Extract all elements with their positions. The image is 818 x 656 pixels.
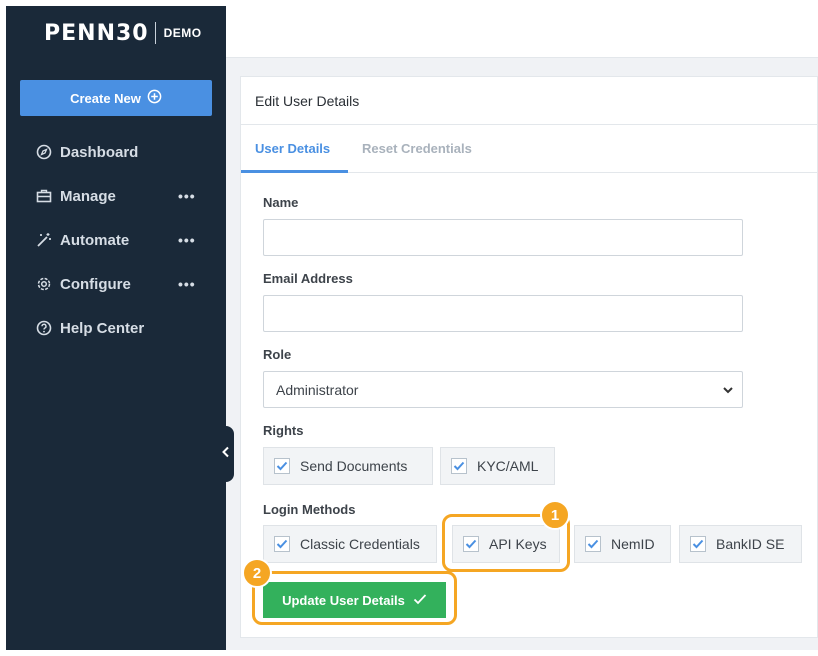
role-label: Role (263, 347, 292, 362)
checkbox-label: KYC/AML (477, 458, 539, 474)
name-label: Name (263, 195, 299, 210)
email-input[interactable] (263, 295, 743, 332)
tab-reset-credentials[interactable]: Reset Credentials (362, 141, 472, 156)
right-kyc-aml[interactable]: KYC/AML (440, 447, 555, 485)
right-send-documents[interactable]: Send Documents (263, 447, 433, 485)
role-selected-value: Administrator (276, 381, 359, 398)
briefcase-icon (36, 188, 52, 204)
sidebar: PENN30 DEMO Create New Dashboard Manage … (6, 6, 226, 650)
gear-icon (36, 276, 52, 292)
plus-circle-icon (147, 89, 162, 107)
checkbox-label: Send Documents (300, 458, 408, 474)
top-bar (226, 6, 818, 58)
active-tab-indicator (241, 170, 348, 173)
collapse-sidebar-button[interactable] (218, 426, 234, 482)
checkbox-label: Classic Credentials (300, 536, 420, 552)
rights-label: Rights (263, 423, 304, 438)
role-select[interactable]: Administrator (263, 371, 743, 408)
email-label: Email Address (263, 271, 353, 286)
create-new-label: Create New (70, 90, 141, 106)
logo[interactable]: PENN30 DEMO (44, 20, 202, 46)
sidebar-item-automate[interactable]: Automate ••• (36, 228, 206, 252)
more-dots-icon[interactable]: ••• (178, 232, 196, 248)
tab-bar: User Details Reset Credentials (241, 125, 817, 173)
login-classic-credentials[interactable]: Classic Credentials (263, 525, 437, 563)
compass-icon (36, 144, 52, 160)
sidebar-item-configure[interactable]: Configure ••• (36, 272, 206, 296)
sidebar-item-dashboard[interactable]: Dashboard (36, 140, 206, 164)
name-input[interactable] (263, 219, 743, 256)
checkbox-checked-icon[interactable] (274, 536, 290, 552)
more-dots-icon[interactable]: ••• (178, 188, 196, 204)
tab-user-details[interactable]: User Details (255, 141, 330, 156)
magic-wand-icon (36, 232, 52, 248)
sidebar-item-label: Manage (60, 187, 116, 205)
create-new-button[interactable]: Create New (20, 80, 212, 116)
sidebar-item-label: Help Center (60, 319, 145, 337)
chevron-down-icon (722, 383, 734, 399)
checkbox-checked-icon[interactable] (274, 458, 290, 474)
sidebar-item-help-center[interactable]: Help Center (36, 316, 206, 340)
chevron-left-icon (221, 445, 231, 463)
sidebar-item-label: Configure (60, 275, 131, 293)
environment-label: DEMO (163, 26, 202, 40)
step-badge-1: 1 (540, 500, 570, 530)
panel-title: Edit User Details (255, 93, 360, 109)
checkbox-label: NemID (611, 536, 655, 552)
login-methods-label: Login Methods (263, 502, 356, 517)
checkbox-checked-icon[interactable] (451, 458, 467, 474)
question-circle-icon (36, 320, 52, 336)
checkbox-checked-icon[interactable] (585, 536, 601, 552)
checkbox-label: BankID SE (716, 536, 785, 552)
sidebar-item-manage[interactable]: Manage ••• (36, 184, 206, 208)
sidebar-item-label: Automate (60, 231, 130, 249)
app-window: PENN30 DEMO Create New Dashboard Manage … (6, 6, 818, 650)
login-bankid-se[interactable]: BankID SE (679, 525, 802, 563)
sidebar-item-label: Dashboard (60, 143, 139, 161)
logo-wordmark: PENN30 (44, 20, 149, 46)
login-nemid[interactable]: NemID (574, 525, 671, 563)
more-dots-icon[interactable]: ••• (178, 276, 196, 292)
checkbox-checked-icon[interactable] (690, 536, 706, 552)
step-badge-2: 2 (242, 558, 272, 588)
logo-divider (154, 22, 156, 44)
highlight-update-button (252, 571, 457, 625)
